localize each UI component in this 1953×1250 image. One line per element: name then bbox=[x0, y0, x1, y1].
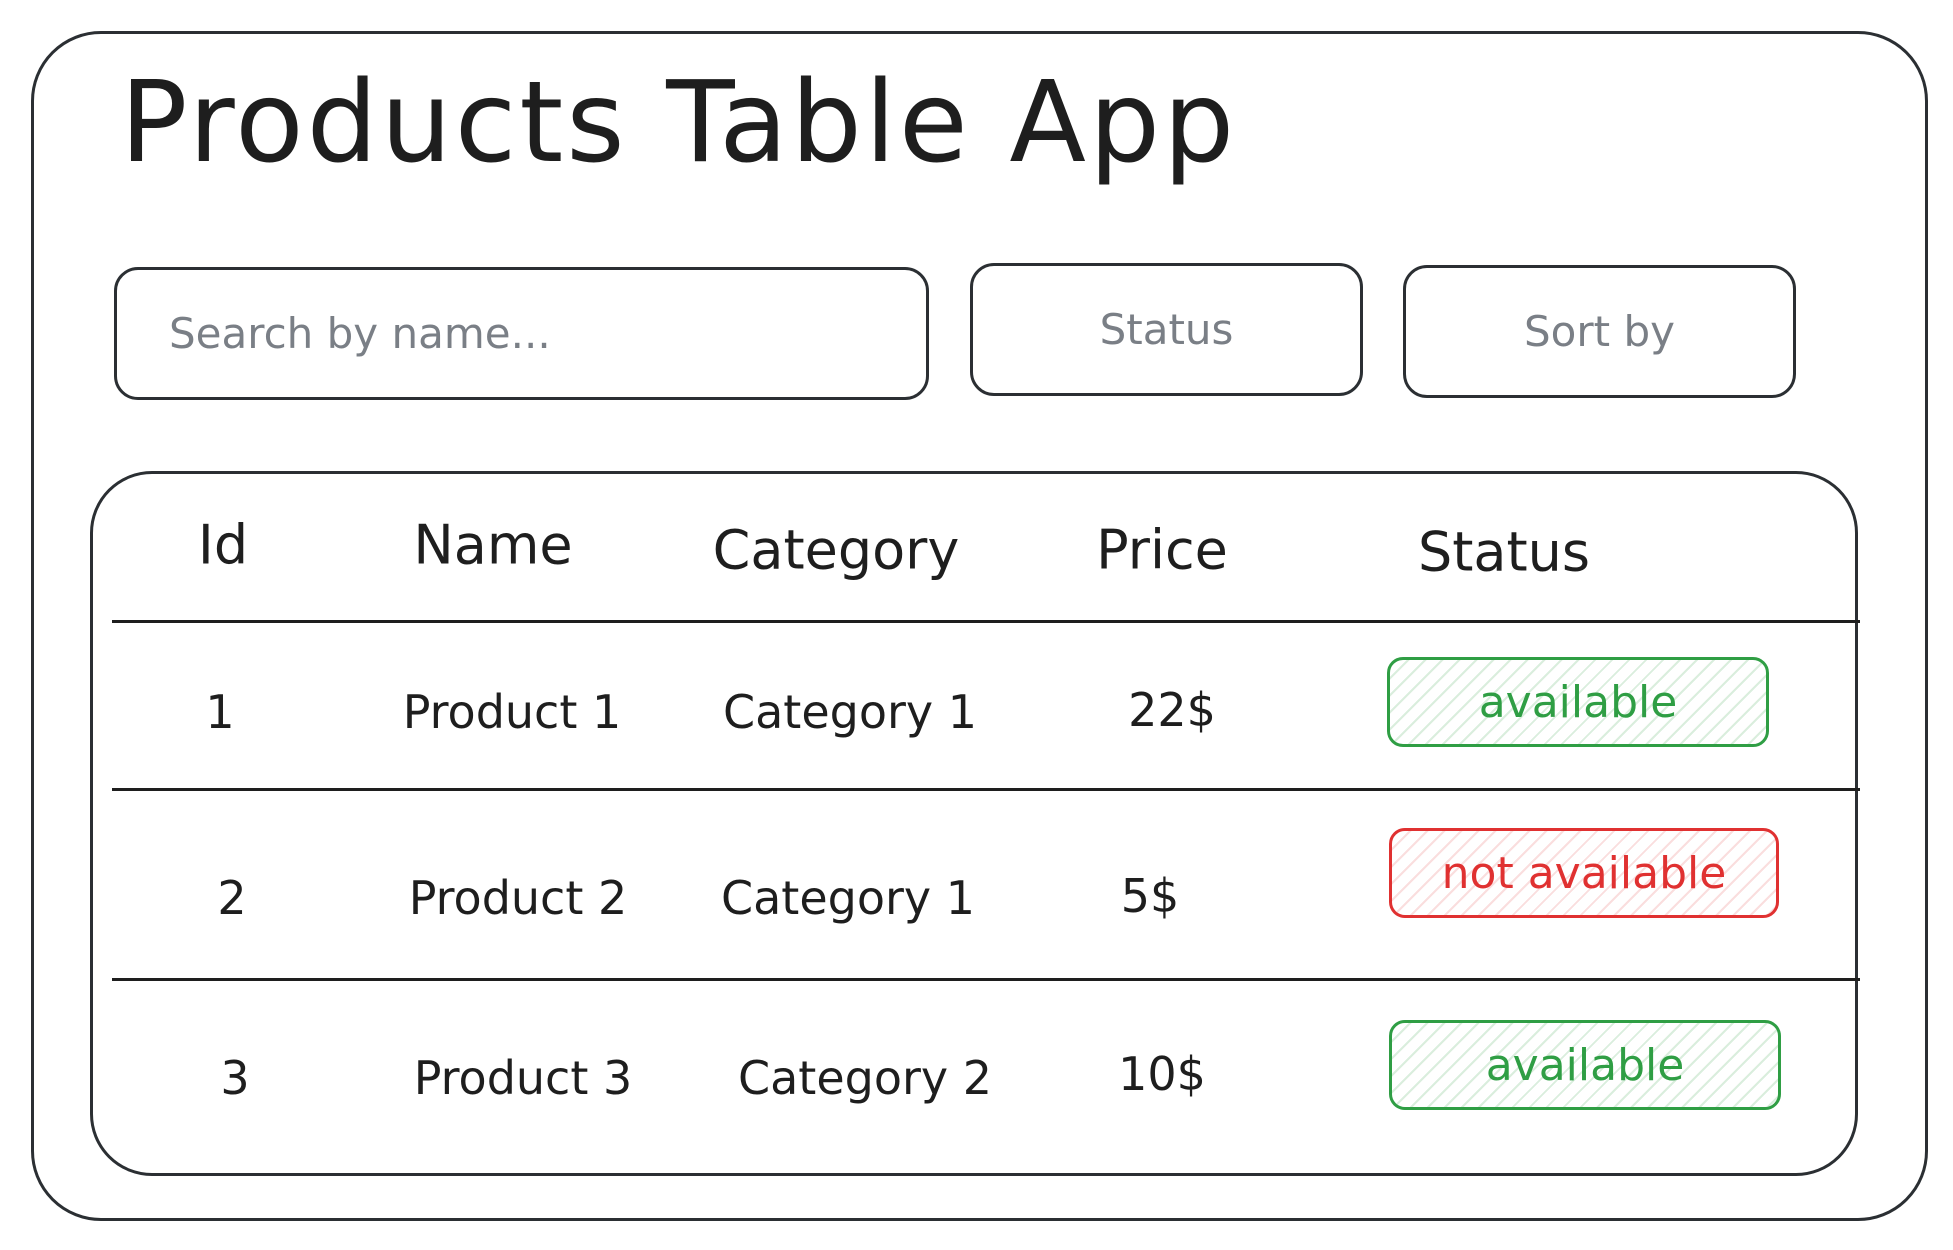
cell-price: 10$ bbox=[1118, 1047, 1206, 1101]
cell-name: Product 1 bbox=[402, 685, 622, 739]
status-badge: available bbox=[1387, 657, 1769, 747]
status-filter-label: Status bbox=[1099, 305, 1234, 354]
cell-id: 2 bbox=[217, 871, 247, 925]
status-badge-label: available bbox=[1478, 676, 1678, 728]
column-header-name: Name bbox=[413, 513, 573, 577]
status-badge-label: not available bbox=[1441, 847, 1727, 899]
cell-category: Category 2 bbox=[737, 1051, 993, 1105]
cell-category: Category 1 bbox=[722, 685, 978, 739]
column-header-status: Status bbox=[1417, 520, 1591, 584]
status-badge-label: available bbox=[1485, 1039, 1685, 1091]
search-placeholder: Search by name... bbox=[169, 309, 551, 358]
cell-name: Product 3 bbox=[413, 1051, 633, 1105]
status-badge: not available bbox=[1389, 828, 1779, 918]
cell-category: Category 1 bbox=[720, 871, 976, 925]
column-header-category: Category bbox=[712, 518, 960, 582]
cell-id: 1 bbox=[205, 685, 235, 739]
cell-price: 5$ bbox=[1120, 869, 1180, 923]
sort-by-label: Sort by bbox=[1524, 307, 1675, 356]
status-filter-select[interactable]: Status bbox=[970, 263, 1363, 396]
search-input[interactable]: Search by name... bbox=[114, 267, 929, 400]
cell-name: Product 2 bbox=[408, 871, 628, 925]
row-divider bbox=[112, 978, 1860, 981]
row-divider bbox=[112, 788, 1860, 791]
column-header-price: Price bbox=[1096, 518, 1228, 582]
cell-price: 22$ bbox=[1128, 683, 1216, 737]
status-badge: available bbox=[1389, 1020, 1781, 1110]
sort-by-select[interactable]: Sort by bbox=[1403, 265, 1796, 398]
column-header-id: Id bbox=[197, 513, 249, 577]
header-divider bbox=[112, 620, 1860, 623]
cell-id: 3 bbox=[220, 1051, 250, 1105]
page-title: Products Table App bbox=[120, 58, 1238, 188]
